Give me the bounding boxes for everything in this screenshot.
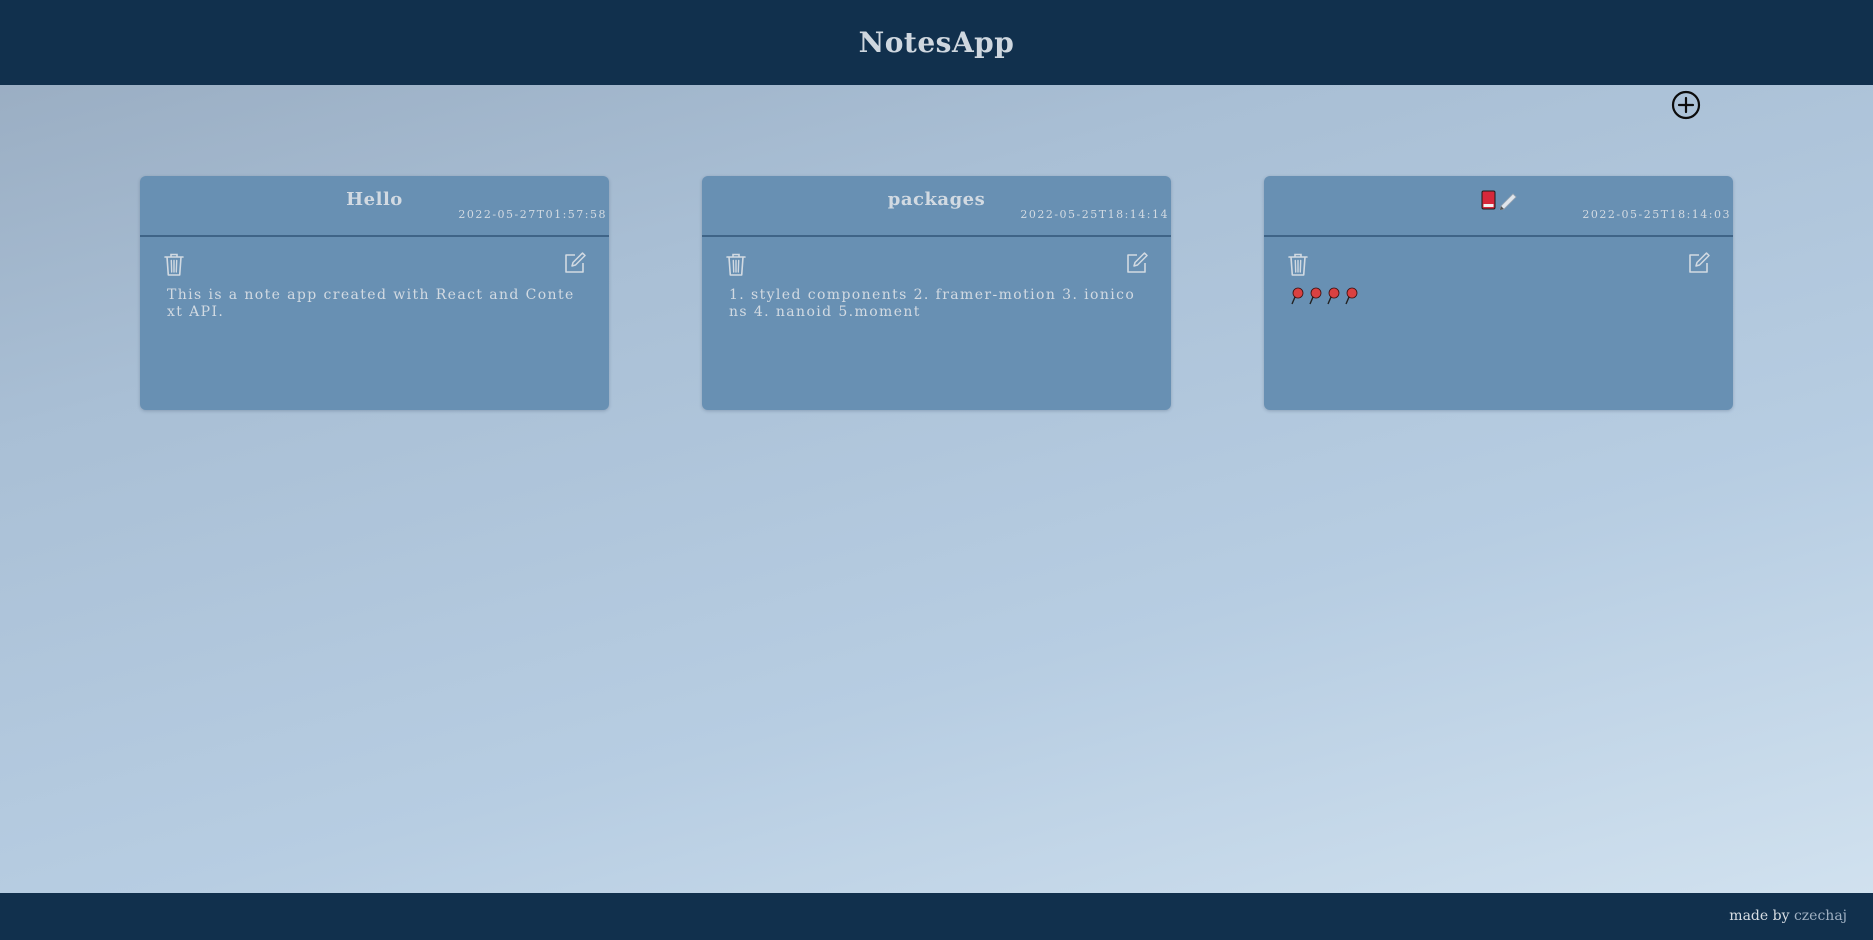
pushpin-icon bbox=[1345, 287, 1358, 305]
note-date: 2022-05-27T01:57:58 bbox=[458, 208, 607, 221]
note-title-emojis bbox=[1481, 190, 1517, 211]
note-toolbar bbox=[140, 237, 609, 287]
red-book-icon bbox=[1481, 190, 1495, 210]
note-header: Hello 2022-05-27T01:57:58 bbox=[140, 176, 609, 237]
note-content bbox=[1264, 287, 1733, 307]
edit-icon[interactable] bbox=[1125, 251, 1149, 275]
note-card[interactable]: packages 2022-05-25T18:14:14 1. styled c… bbox=[702, 176, 1171, 410]
note-date: 2022-05-25T18:14:03 bbox=[1582, 208, 1731, 221]
trash-icon[interactable] bbox=[162, 251, 186, 277]
footer-prefix: made by bbox=[1729, 908, 1790, 924]
author-link[interactable]: czechaj bbox=[1794, 908, 1847, 924]
note-toolbar bbox=[702, 237, 1171, 287]
add-circle-icon[interactable] bbox=[1670, 89, 1702, 121]
edit-icon[interactable] bbox=[1687, 251, 1711, 275]
edit-icon[interactable] bbox=[563, 251, 587, 275]
note-toolbar bbox=[1264, 237, 1733, 287]
trash-icon[interactable] bbox=[1286, 251, 1310, 277]
note-content: This is a note app created with React an… bbox=[167, 287, 575, 320]
trash-icon[interactable] bbox=[724, 251, 748, 277]
note-card[interactable]: Hello 2022-05-27T01:57:58 This is a note… bbox=[140, 176, 609, 410]
pushpin-icon bbox=[1327, 287, 1340, 305]
note-header: packages 2022-05-25T18:14:14 bbox=[702, 176, 1171, 237]
note-content: 1. styled components 2. framer-motion 3.… bbox=[729, 287, 1136, 320]
pushpin-icon bbox=[1291, 287, 1304, 305]
app-title: NotesApp bbox=[858, 26, 1015, 59]
notes-grid: Hello 2022-05-27T01:57:58 This is a note… bbox=[0, 0, 1873, 940]
note-date: 2022-05-25T18:14:14 bbox=[1020, 208, 1169, 221]
app-footer: made by czechaj bbox=[0, 893, 1873, 940]
pushpin-emojis bbox=[1291, 287, 1358, 305]
app-header: NotesApp bbox=[0, 0, 1873, 85]
pushpin-icon bbox=[1309, 287, 1322, 305]
note-card[interactable]: 2022-05-25T18:14:03 bbox=[1264, 176, 1733, 410]
footer-credit: made by czechaj bbox=[1729, 908, 1847, 924]
pencil-icon bbox=[1498, 193, 1517, 211]
note-title bbox=[1264, 190, 1733, 211]
note-title: packages bbox=[887, 189, 986, 210]
note-header: 2022-05-25T18:14:03 bbox=[1264, 176, 1733, 237]
note-title: Hello bbox=[346, 189, 403, 210]
